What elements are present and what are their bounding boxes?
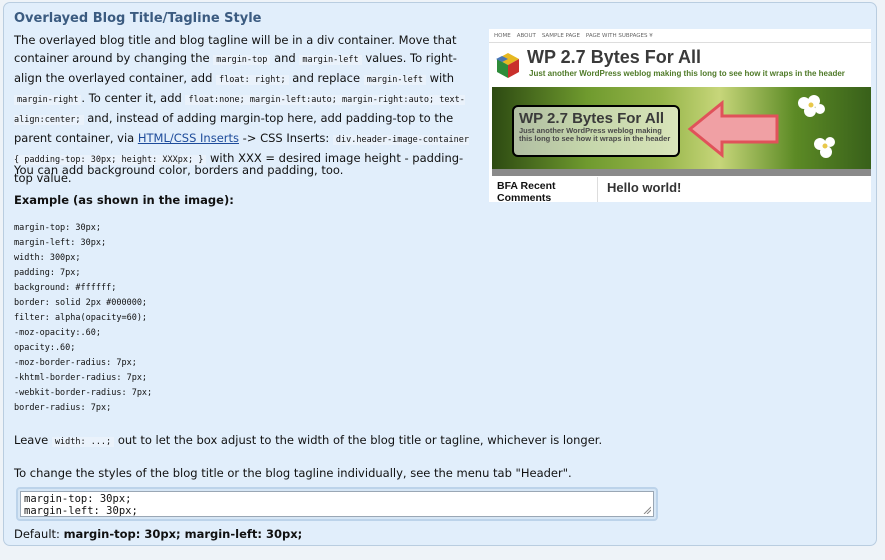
code-snippet: margin-left: [299, 55, 362, 65]
preview-nav-item: SAMPLE PAGE: [541, 32, 580, 39]
preview-overlay-box: WP 2.7 Bytes For All Just another WordPr…: [512, 105, 680, 157]
leave-text: out to let the box adjust to the width o…: [117, 433, 603, 447]
css-line: margin-left: 30px;: [14, 238, 107, 248]
preview-overlay-tagline: Just another WordPress weblog making thi…: [519, 126, 671, 143]
intro-part: with: [429, 71, 455, 85]
css-line: width: 300px;: [14, 253, 81, 263]
leave-width-note: Leave width: ...; out to let the box adj…: [14, 431, 714, 451]
preview-nav-item: PAGE WITH SUBPAGES ¥: [585, 32, 653, 39]
code-snippet: margin-right: [14, 95, 82, 105]
code-snippet: float: right;: [216, 75, 289, 85]
css-line: margin-top: 30px;: [14, 223, 101, 233]
section-title: Overlayed Blog Title/Tagline Style: [14, 11, 262, 26]
html-css-inserts-link[interactable]: HTML/CSS Inserts: [138, 131, 239, 145]
style-textarea-focus-ring: margin-top: 30px; margin-left: 30px;: [16, 487, 658, 521]
css-line: padding: 7px;: [14, 268, 81, 278]
css-line: -khtml-border-radius: 7px;: [14, 373, 148, 383]
preview-blog-title: WP 2.7 Bytes For All: [527, 47, 702, 67]
example-title: Example (as shown in the image):: [14, 193, 234, 207]
css-line: filter: alpha(opacity=60);: [14, 313, 148, 323]
flower-icon: [814, 137, 835, 158]
textarea-line: margin-left: 30px;: [24, 505, 138, 517]
intro-part: -> CSS Inserts:: [242, 131, 330, 145]
settings-panel: Overlayed Blog Title/Tagline Style The o…: [3, 2, 877, 546]
arrow-left-icon: [687, 99, 779, 159]
css-line: -webkit-border-radius: 7px;: [14, 388, 153, 398]
style-textarea[interactable]: margin-top: 30px; margin-left: 30px;: [20, 491, 654, 517]
code-snippet: width: ...;: [51, 437, 115, 447]
intro-part: . To center it, add: [81, 91, 182, 105]
css-line: -moz-opacity:.60;: [14, 328, 101, 338]
preview-column-divider: [597, 177, 598, 202]
preview-blog-tagline: Just another WordPress weblog making thi…: [529, 69, 845, 78]
preview-header-image: WP 2.7 Bytes For All Just another WordPr…: [492, 87, 871, 169]
css-line: -moz-border-radius: 7px;: [14, 358, 137, 368]
code-snippet: margin-top: [213, 55, 271, 65]
bfa-logo-icon: [496, 53, 519, 78]
example-css-block: margin-top: 30px; margin-left: 30px; wid…: [14, 221, 152, 416]
preview-nav: HOME ABOUT SAMPLE PAGE PAGE WITH SUBPAGE…: [489, 29, 871, 43]
textarea-line: margin-top: 30px;: [24, 493, 132, 505]
header-tab-note: To change the styles of the blog title o…: [14, 466, 572, 480]
intro-part: and replace: [292, 71, 361, 85]
css-line: opacity:.60;: [14, 343, 76, 353]
preview-post-title: Hello world!: [607, 180, 682, 195]
default-value-text: margin-top: 30px; margin-left: 30px;: [63, 527, 303, 541]
preview-sidebar-title: BFA Recent Comments: [497, 180, 556, 202]
intro-part: and: [274, 51, 296, 65]
code-snippet: margin-left: [363, 75, 426, 85]
flower-icon: [798, 95, 825, 117]
css-line: border: solid 2px #000000;: [14, 298, 148, 308]
leave-text: Leave: [14, 433, 49, 447]
default-label: Default:: [14, 527, 60, 541]
preview-nav-item: HOME: [494, 32, 511, 39]
default-value: Default: margin-top: 30px; margin-left: …: [14, 527, 302, 541]
background-note: You can add background color, borders an…: [14, 163, 344, 177]
css-line: background: #ffffff;: [14, 283, 117, 293]
preview-overlay-title: WP 2.7 Bytes For All: [519, 110, 665, 127]
preview-nav-item: ABOUT: [516, 32, 536, 39]
css-line: border-radius: 7px;: [14, 403, 112, 413]
resize-handle-icon[interactable]: [643, 506, 651, 514]
